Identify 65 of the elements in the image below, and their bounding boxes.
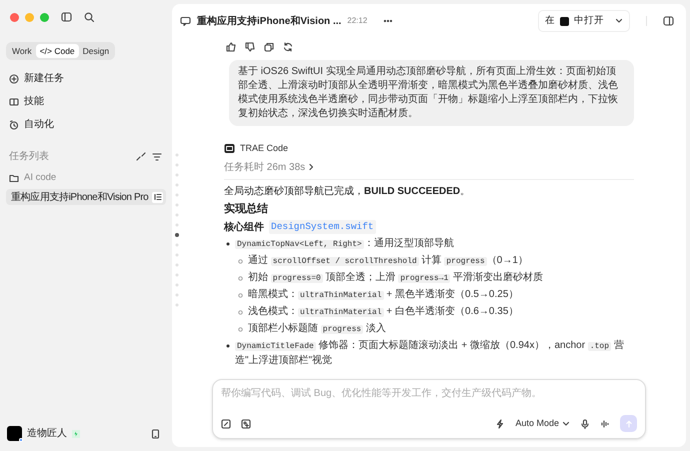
circle-bullet-icon — [238, 258, 243, 264]
filter-icon[interactable] — [152, 152, 162, 162]
bullet-text: 暗黑模式： ultraThinMaterial + 黑色半透渐变（0.5→0.25） — [248, 288, 520, 302]
chat-icon — [180, 16, 191, 26]
mode-dropdown[interactable]: Auto Mode — [515, 416, 570, 430]
mode-tab[interactable]: Work — [8, 44, 36, 58]
edit-icon[interactable] — [221, 418, 231, 428]
component-label: 核心组件 — [224, 220, 264, 234]
bullet-text: 通过 scrollOffset / scrollThreshold 计算 progress （0→1） — [248, 254, 529, 268]
app-icon — [560, 16, 569, 26]
conversation-title: 重构应用支持iPhone和Vision ... — [197, 14, 342, 28]
user-message: 基于 iOS26 SwiftUI 实现全局通用动态顶部磨砂导航，所有页面上滑生效：页面初始顶部全透、上滑滚动时顶部从全透明平滑渐变，暗黑模式为黑色半透叠加磨砂材质、浅色模式使用系统浅色半透磨砂，同步带动页面「开物」标题缩小上浮至顶部栏内，下拉恢复初始状态，深浅色切换实时适配材质。 — [229, 60, 634, 126]
task-duration-link[interactable]: 任务耗时 26m 38s — [224, 160, 314, 174]
nav-item[interactable]: 技能 — [6, 93, 166, 110]
waveform-icon[interactable] — [600, 418, 610, 428]
user-avatar[interactable] — [7, 426, 22, 441]
chevron-right-icon — [308, 163, 314, 171]
task-title: 重构应用支持iPhone和Vision Pro — [11, 190, 148, 204]
plus-circle-icon — [9, 74, 19, 84]
collapse-icon[interactable] — [136, 152, 146, 161]
circle-bullet-icon — [238, 310, 243, 314]
summary-text: 全局动态磨砂顶部导航已完成，BUILD SUCCEEDED。 — [224, 184, 472, 198]
panel-toggle-icon[interactable] — [663, 16, 674, 26]
open-in-button[interactable]: 在 中打开 — [538, 10, 630, 32]
circle-bullet-icon — [238, 326, 243, 332]
section-title: 任务列表 — [9, 150, 50, 164]
bullet-icon — [226, 242, 230, 246]
bullet-text: 浅色模式： ultraThinMaterial + 白色半透渐变（0.6→0.35） — [248, 304, 520, 318]
timestamp: 22:12 — [347, 15, 368, 27]
mode-tab[interactable]: Design — [78, 44, 114, 58]
task-item[interactable]: 重构应用支持iPhone和Vision Pro — [6, 189, 166, 205]
bullet-icon — [226, 344, 230, 348]
list-glyph-icon — [154, 193, 162, 201]
mode-tab[interactable]: </> Code — [36, 44, 79, 58]
more-icon[interactable] — [383, 18, 394, 24]
circle-bullet-icon — [238, 276, 243, 280]
folder-icon — [9, 173, 19, 183]
refresh-icon[interactable] — [283, 42, 293, 52]
terminal-logo-icon — [224, 143, 235, 154]
message-input[interactable]: 帮你编写代码、调试 Bug、优化性能等开发工作，交付生产级代码产物。 — [221, 386, 637, 401]
section-heading: 实现总结 — [224, 202, 269, 216]
sidebar-toggle-icon[interactable] — [61, 12, 72, 22]
image-add-icon[interactable] — [241, 418, 251, 428]
lightning-icon[interactable] — [495, 418, 506, 428]
bullet-text: 初始 progress=0 顶部全透；上滑 progress→1 平滑渐变出磨砂材质 — [248, 270, 544, 284]
nav-item[interactable]: 新建任务 — [6, 70, 166, 87]
circle-bullet-icon — [238, 292, 243, 298]
close-button[interactable] — [10, 12, 19, 22]
copy-icon[interactable] — [264, 42, 274, 52]
bullet-text: DynamicTitleFade 修饰器：页面大标题随滚动淡出 + 微缩放（0.94x），anchor .top 营造"上浮进顶部栏"视觉 — [235, 338, 625, 368]
list-icon[interactable] — [152, 192, 163, 202]
chevron-down-icon — [615, 17, 623, 25]
nav-item[interactable]: 自动化 — [6, 116, 166, 133]
assistant-name: TRAE Code — [240, 142, 288, 155]
thumbs-up-icon[interactable] — [226, 42, 236, 52]
arrow-up-icon — [624, 420, 632, 428]
bullet-text: DynamicTopNav<Left, Right> ：通用泛型顶部导航 — [235, 236, 455, 250]
microphone-icon[interactable] — [580, 418, 590, 428]
thumbs-down-icon[interactable] — [245, 42, 255, 52]
bullet-text: 顶部栏小标题随 progress 淡入 — [248, 322, 387, 336]
search-icon[interactable] — [84, 12, 94, 22]
user-name: 造物匠人 — [27, 426, 67, 441]
alarm-clock-icon — [9, 120, 19, 130]
tablet-icon[interactable] — [151, 428, 160, 438]
chevron-down-icon — [562, 420, 570, 428]
